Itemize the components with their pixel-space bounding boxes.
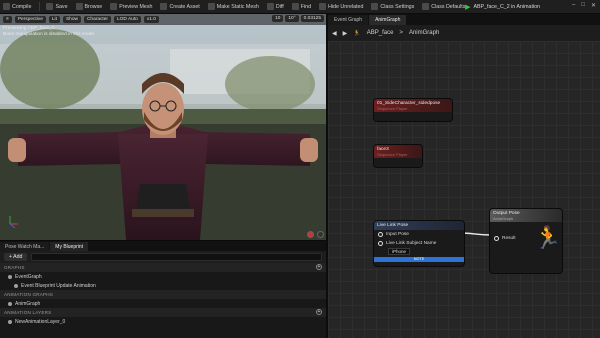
forward-arrow-icon[interactable]: ▶ bbox=[343, 30, 348, 37]
list-item-anim-graph[interactable]: AnimGraph bbox=[0, 299, 326, 308]
node-title: Live Link Pose bbox=[377, 223, 409, 228]
compile-button[interactable]: Compile bbox=[3, 3, 31, 10]
close-icon[interactable]: ✕ bbox=[591, 2, 596, 9]
viewport-snap-controls: 10 10° 0.03125 bbox=[272, 15, 324, 22]
add-layer-icon[interactable]: + bbox=[316, 309, 322, 315]
tab-my-blueprint[interactable]: My Blueprint bbox=[50, 242, 89, 251]
subject-name-pin[interactable] bbox=[378, 241, 383, 246]
minimize-icon[interactable]: – bbox=[572, 2, 575, 9]
graph-editor: Event Graph AnimGraph ◀ ▶ 🏃 ABP_face > A… bbox=[326, 14, 600, 338]
preview-mesh-button[interactable]: Preview Mesh bbox=[110, 3, 152, 10]
input-pose-pin[interactable] bbox=[378, 232, 383, 237]
subject-name-dropdown[interactable]: iPhone bbox=[388, 248, 411, 255]
play-icon[interactable]: ▶ bbox=[465, 3, 470, 11]
toolbar-divider bbox=[39, 2, 41, 11]
lit-button[interactable]: Lit bbox=[48, 16, 60, 23]
graph-icon bbox=[8, 301, 12, 306]
diff-button[interactable]: Diff bbox=[266, 3, 284, 10]
node-subtitle: Sequence Player bbox=[377, 152, 408, 157]
viewport-info: Previewing ABP_face_C Bone manipulation … bbox=[3, 26, 95, 38]
compile-icon bbox=[3, 3, 10, 10]
save-button[interactable]: Save bbox=[46, 3, 68, 10]
output-pose-node[interactable]: Output Pose AnimGraph Result 🏃 bbox=[490, 209, 562, 273]
live-link-pose-node[interactable]: Live Link Pose Input Pose Live Link Subj… bbox=[374, 221, 464, 266]
perspective-button[interactable]: Perspective bbox=[14, 16, 46, 23]
node-footer: NOTE bbox=[374, 257, 464, 262]
blueprint-toolbar: + Add bbox=[0, 251, 326, 263]
static-mesh-icon bbox=[207, 3, 215, 10]
breadcrumb: ◀ ▶ 🏃 ABP_face > AnimGraph bbox=[328, 25, 600, 41]
search-icon bbox=[291, 3, 299, 10]
viewport-menu-button[interactable]: ≡ bbox=[3, 16, 12, 23]
class-settings-button[interactable]: Class Settings bbox=[371, 3, 414, 10]
my-blueprint-panel: Pose Watch Ma... My Blueprint + Add GRAP… bbox=[0, 240, 326, 338]
diff-icon bbox=[266, 3, 274, 10]
grid-snap-button[interactable]: 10 bbox=[272, 15, 284, 22]
layer-icon bbox=[8, 319, 12, 324]
preview-viewport[interactable]: ≡ Perspective Lit Show Character LOD Aut… bbox=[0, 14, 326, 240]
pose-wire bbox=[459, 232, 491, 236]
bone-manipulation-note: Bone manipulation is disabled in this mo… bbox=[3, 32, 96, 37]
recording-controls bbox=[307, 231, 324, 238]
create-asset-button[interactable]: Create Asset bbox=[160, 3, 200, 10]
node-subtitle: Sequence Player bbox=[377, 106, 408, 111]
graph-icon bbox=[8, 274, 12, 279]
search-input[interactable] bbox=[31, 253, 322, 261]
folder-icon bbox=[75, 3, 83, 10]
breadcrumb-root[interactable]: ABP_face bbox=[367, 30, 394, 36]
character-button[interactable]: Character bbox=[83, 16, 112, 23]
add-button[interactable]: + Add bbox=[4, 253, 28, 261]
section-animation-graphs[interactable]: ANIMATION GRAPHS bbox=[0, 290, 326, 299]
sequence-player-node-2[interactable]: face3 Sequence Player bbox=[374, 145, 422, 167]
hide-unrelated-button[interactable]: Hide Unrelated bbox=[319, 3, 363, 10]
defaults-icon bbox=[422, 3, 430, 10]
section-animation-layers[interactable]: ANIMATION LAYERS + bbox=[0, 308, 326, 317]
back-arrow-icon[interactable]: ◀ bbox=[332, 30, 337, 37]
list-item-event-update[interactable]: Event Blueprint Update Animation bbox=[0, 281, 326, 290]
save-icon bbox=[46, 3, 54, 10]
scale-snap-button[interactable]: 0.03125 bbox=[300, 15, 324, 22]
tab-anim-graph[interactable]: AnimGraph bbox=[369, 15, 407, 25]
lod-button[interactable]: LOD Auto bbox=[114, 16, 141, 23]
pose-figure-icon: 🏃 bbox=[534, 225, 562, 250]
list-item-new-layer[interactable]: NewAnimationLayer_0 bbox=[0, 317, 326, 326]
browse-button[interactable]: Browse bbox=[75, 3, 102, 10]
class-defaults-button[interactable]: Class Defaults bbox=[422, 3, 465, 10]
viewport-toolbar: ≡ Perspective Lit Show Character LOD Aut… bbox=[0, 14, 326, 25]
add-graph-icon[interactable]: + bbox=[316, 264, 322, 270]
mesh-icon bbox=[110, 3, 118, 10]
panel-tabs: Pose Watch Ma... My Blueprint bbox=[0, 241, 326, 251]
node-subtitle: AnimGraph bbox=[493, 216, 514, 221]
find-button[interactable]: Find bbox=[291, 3, 311, 10]
gear-icon bbox=[371, 3, 379, 10]
list-item-event-graph[interactable]: EventGraph bbox=[0, 272, 326, 281]
create-asset-icon bbox=[160, 3, 168, 10]
anim-graph-icon: 🏃 bbox=[353, 30, 361, 37]
window-controls: – □ ✕ bbox=[572, 2, 596, 9]
wire-layer bbox=[459, 232, 491, 236]
breadcrumb-current: AnimGraph bbox=[408, 30, 440, 36]
breadcrumb-separator: > bbox=[399, 30, 403, 36]
rotation-snap-button[interactable]: 10° bbox=[285, 15, 299, 22]
graph-canvas[interactable]: 01_SideCharacter_sidedpose Sequence Play… bbox=[328, 41, 600, 338]
hide-icon bbox=[319, 3, 327, 10]
asset-tab[interactable]: ▶ ABP_face_C_2 in Animation bbox=[465, 1, 540, 13]
section-graphs[interactable]: GRAPHS + bbox=[0, 263, 326, 272]
result-pin[interactable] bbox=[494, 236, 499, 241]
graph-tabs: Event Graph AnimGraph bbox=[328, 14, 600, 25]
pause-icon[interactable] bbox=[317, 231, 324, 238]
tab-event-graph[interactable]: Event Graph bbox=[328, 15, 369, 25]
viewport-scene bbox=[0, 14, 326, 240]
maximize-icon[interactable]: □ bbox=[581, 2, 585, 9]
sequence-player-node-1[interactable]: 01_SideCharacter_sidedpose Sequence Play… bbox=[374, 99, 452, 121]
playback-speed-button[interactable]: x1.0 bbox=[143, 16, 159, 23]
record-icon[interactable] bbox=[307, 231, 314, 238]
show-button[interactable]: Show bbox=[62, 16, 81, 23]
tab-pose-watch[interactable]: Pose Watch Ma... bbox=[0, 242, 50, 251]
make-static-mesh-button[interactable]: Make Static Mesh bbox=[207, 3, 259, 10]
event-icon bbox=[14, 283, 18, 288]
